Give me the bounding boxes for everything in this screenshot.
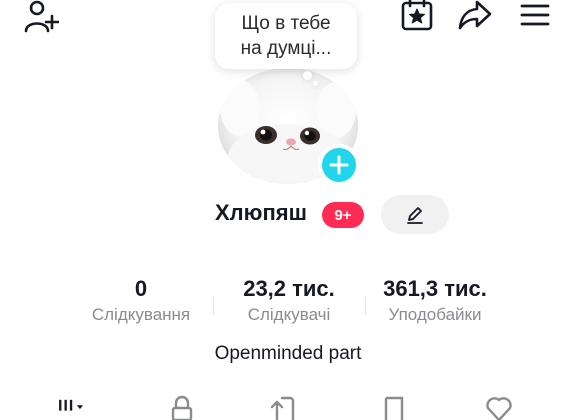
plus-icon <box>329 155 349 175</box>
hamburger-menu-icon[interactable] <box>516 0 554 34</box>
edit-profile-button[interactable] <box>381 195 449 234</box>
stat-label: Слідкувачі <box>247 305 331 324</box>
stat-value: 0 <box>134 276 148 301</box>
heart-icon[interactable] <box>482 392 516 420</box>
stat-followers[interactable]: 23,2 тис. Слідкувачі <box>220 276 358 325</box>
stat-label: Слідкування <box>91 305 191 324</box>
bubble-tail-dot <box>303 71 312 80</box>
repost-icon[interactable] <box>268 392 302 420</box>
stat-divider <box>213 297 214 315</box>
person-plus-icon[interactable] <box>22 0 60 36</box>
stat-value: 23,2 тис. <box>243 276 335 301</box>
bubble-tail-dot-small <box>313 81 318 86</box>
notification-badge[interactable]: 9+ <box>322 202 364 228</box>
pencil-icon <box>407 206 423 224</box>
stat-divider <box>365 297 366 315</box>
profile-name: Хлюпяш <box>215 200 307 225</box>
bubble-line-1: Що в тебе <box>241 13 331 34</box>
calendar-star-icon[interactable] <box>398 0 436 34</box>
lock-icon[interactable] <box>165 392 199 420</box>
add-story-button[interactable] <box>318 144 360 186</box>
bubble-line-2: на думці... <box>240 38 332 59</box>
share-arrow-icon[interactable] <box>456 0 494 34</box>
stat-following[interactable]: 0 Слідкування <box>80 276 202 325</box>
stat-value: 361,3 тис. <box>383 276 487 301</box>
stat-likes[interactable]: 361,3 тис. Уподобайки <box>370 276 500 325</box>
stat-label: Уподобайки <box>388 305 482 324</box>
status-thought-bubble[interactable]: Що в тебе на думці... <box>215 3 357 69</box>
videos-grid-icon[interactable] <box>56 392 90 420</box>
profile-bio: Openminded part <box>214 343 362 364</box>
bookmark-icon[interactable] <box>377 392 411 420</box>
